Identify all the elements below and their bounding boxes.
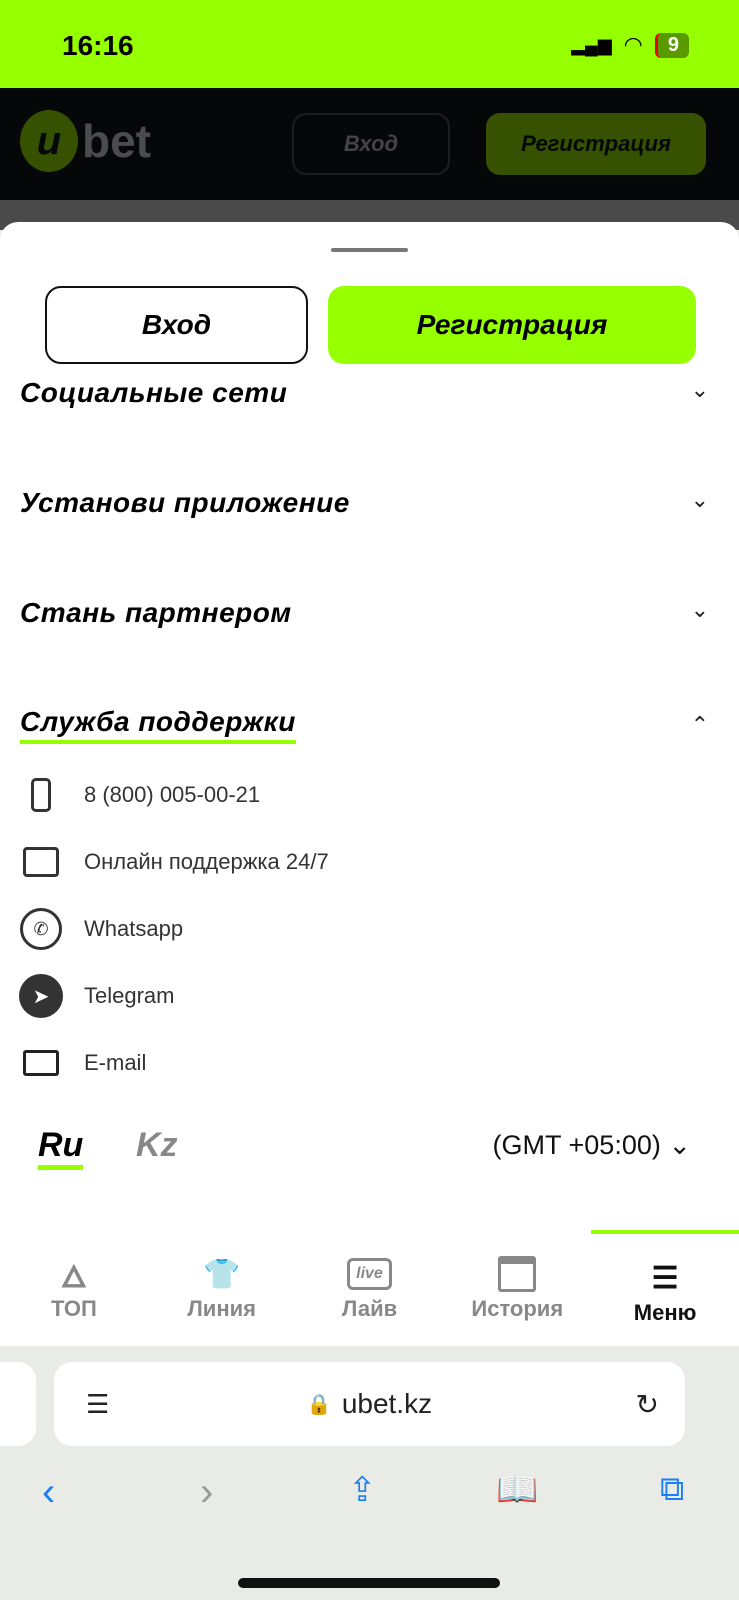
phone-icon <box>18 772 64 818</box>
nav-line[interactable]: 👕 Линия <box>148 1230 296 1346</box>
flame-icon: 🜂 <box>60 1260 88 1294</box>
lock-icon: 🔒 <box>306 1393 332 1416</box>
address-bar[interactable]: ☰ 🔒 ubet.kz ↻ <box>54 1362 685 1446</box>
logo[interactable]: u bet <box>20 110 151 172</box>
support-email[interactable]: E-mail <box>18 1040 146 1086</box>
lang-ru[interactable]: Ru <box>38 1126 84 1170</box>
drag-handle[interactable] <box>331 248 408 252</box>
section-support[interactable]: Служба поддержки <box>20 706 296 744</box>
status-bar: 16:16 ▂▄▆ ◠ 9 <box>0 0 739 88</box>
chat-icon <box>18 839 64 885</box>
nav-live[interactable]: live Лайв <box>296 1230 444 1346</box>
timezone-select[interactable]: (GMT +05:00) ⌄ <box>493 1130 691 1161</box>
bottom-nav: 🜂 ТОП 👕 Линия live Лайв История ☰ Меню <box>0 1230 739 1346</box>
register-button[interactable]: Регистрация <box>328 286 696 364</box>
header-login-button[interactable]: Вход <box>292 113 450 175</box>
signal-icon: ▂▄▆ <box>571 34 612 55</box>
section-social[interactable]: Социальные сети <box>20 377 287 409</box>
header-register-button[interactable]: Регистрация <box>486 113 706 175</box>
chevron-down-icon[interactable]: ⌄ <box>691 597 709 623</box>
wifi-icon: ◠ <box>623 32 643 57</box>
forward-icon[interactable]: › <box>200 1470 213 1515</box>
chevron-up-icon[interactable]: ⌃ <box>691 712 709 738</box>
chevron-down-icon[interactable]: ⌄ <box>691 487 709 513</box>
lang-kz[interactable]: Kz <box>136 1126 178 1165</box>
nav-history[interactable]: История <box>443 1230 591 1346</box>
tabs-icon[interactable]: ⧉ <box>660 1470 684 1509</box>
nav-menu[interactable]: ☰ Меню <box>591 1230 739 1346</box>
bookmarks-icon[interactable]: 📖 <box>496 1470 538 1510</box>
menu-sheet: Вход Регистрация Социальные сети ⌄ Устан… <box>0 222 739 1232</box>
telegram-icon: ➤ <box>18 973 64 1019</box>
whatsapp-icon: ✆ <box>18 906 64 952</box>
site-header: u bet Вход Регистрация <box>0 88 739 200</box>
clock: 16:16 <box>62 30 134 61</box>
section-app[interactable]: Установи приложение <box>20 487 350 519</box>
support-chat[interactable]: Онлайн поддержка 24/7 <box>18 839 329 885</box>
live-icon: live <box>347 1252 392 1296</box>
mail-icon <box>18 1040 64 1086</box>
reader-icon[interactable]: ☰ <box>86 1389 109 1420</box>
support-phone[interactable]: 8 (800) 005-00-21 <box>18 772 260 818</box>
home-indicator <box>238 1578 500 1588</box>
battery-icon: 9 <box>654 32 689 58</box>
chevron-down-icon[interactable]: ⌄ <box>691 377 709 403</box>
support-whatsapp[interactable]: ✆ Whatsapp <box>18 906 183 952</box>
previous-tab[interactable] <box>0 1362 36 1446</box>
section-partner[interactable]: Стань партнером <box>20 597 292 629</box>
chevron-down-icon: ⌄ <box>668 1130 691 1160</box>
reload-icon[interactable]: ↻ <box>636 1388 659 1421</box>
support-telegram[interactable]: ➤ Telegram <box>18 973 174 1019</box>
login-button[interactable]: Вход <box>45 286 308 364</box>
menu-icon: ☰ <box>651 1261 679 1295</box>
back-icon[interactable]: ‹ <box>42 1470 55 1515</box>
calendar-icon <box>498 1252 537 1296</box>
share-icon[interactable]: ⇪ <box>348 1470 377 1510</box>
shirt-icon: 👕 <box>203 1257 241 1291</box>
nav-top[interactable]: 🜂 ТОП <box>0 1230 148 1346</box>
